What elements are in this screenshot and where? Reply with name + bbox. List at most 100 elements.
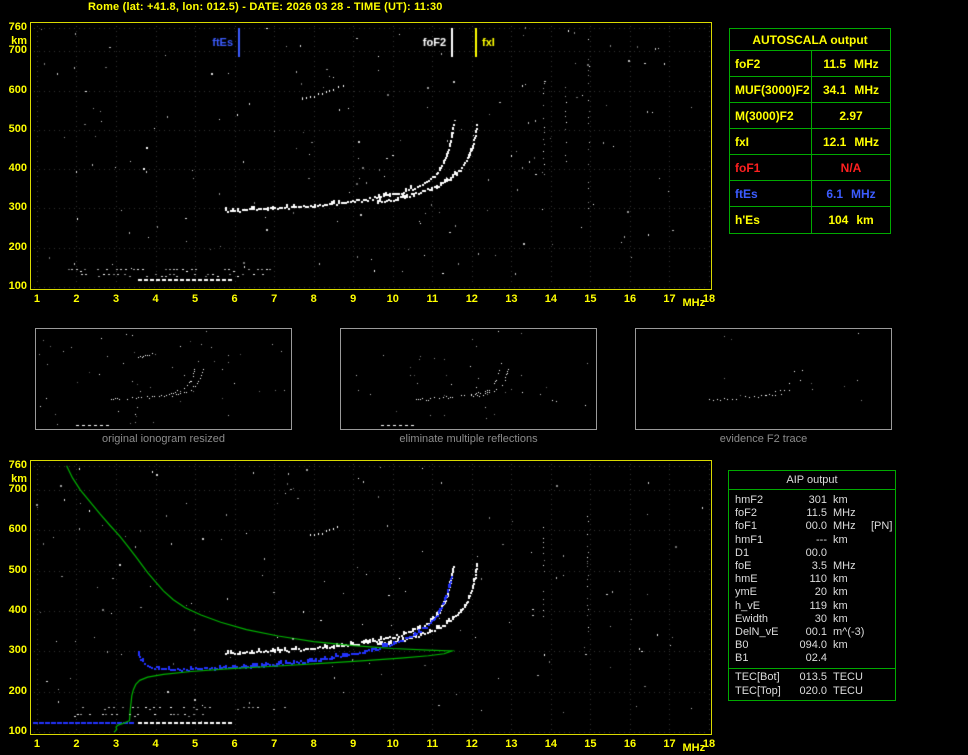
x-tick-label: 2 bbox=[73, 293, 80, 305]
x-tick-label: 15 bbox=[584, 738, 597, 750]
aip-row-value: 30 bbox=[814, 612, 827, 625]
aip-row-unit: km bbox=[833, 573, 848, 586]
y-tick-label: 500 bbox=[8, 563, 27, 576]
x-tick-label: 16 bbox=[623, 738, 637, 750]
aip-row-value: 020.0 bbox=[799, 684, 827, 697]
aip-row-unit: m^(-3) bbox=[833, 625, 865, 638]
x-tick-label: 12 bbox=[465, 293, 478, 305]
aip-row-unit: km bbox=[833, 586, 848, 599]
x-tick-label: 17 bbox=[663, 738, 676, 750]
y-tick-label: 100 bbox=[8, 280, 27, 293]
autoscala-value-number: 11.5 bbox=[823, 56, 847, 71]
autoscala-row-label: h'Es bbox=[730, 207, 812, 233]
x-tick-label: 6 bbox=[231, 293, 238, 305]
aip-row-extra bbox=[871, 534, 895, 547]
x-tick-label: 13 bbox=[505, 293, 518, 305]
x-tick-label: 14 bbox=[544, 293, 557, 305]
x-tick-label: 1 bbox=[33, 738, 40, 750]
y-tick-label: 300 bbox=[8, 201, 27, 214]
aip-row-foF2: foF2 11.5 MHz bbox=[729, 507, 895, 520]
x-tick-label: 13 bbox=[505, 738, 518, 750]
autoscala-value-unit: MHz bbox=[854, 134, 880, 149]
x-tick-label: 5 bbox=[192, 293, 199, 305]
x-tick-label: 15 bbox=[584, 293, 597, 305]
y-tick-label: 400 bbox=[8, 604, 27, 616]
aip-row-value: 013.5 bbox=[799, 671, 827, 684]
aip-row-value: 00.1 bbox=[805, 625, 827, 638]
thumbnail-original-canvas bbox=[36, 329, 291, 429]
x-tick-label: 10 bbox=[386, 293, 399, 305]
aip-row-unit bbox=[827, 547, 871, 560]
autoscala-value-unit: MHz bbox=[851, 186, 876, 201]
ionogram-plot-bottom bbox=[30, 460, 712, 735]
x-tick-label: 10 bbox=[386, 738, 399, 750]
aip-row-value: 11.5 bbox=[806, 507, 827, 520]
aip-row-label: B1 bbox=[735, 652, 749, 665]
aip-row-unit: km bbox=[833, 533, 848, 546]
thumbnail-no-multiples bbox=[340, 328, 597, 430]
thumbnail-original-ionogram bbox=[35, 328, 292, 430]
thumbnail-caption-no-multiples: eliminate multiple reflections bbox=[399, 433, 538, 445]
aip-row-label: foF1 bbox=[735, 520, 758, 533]
autoscala-row-value: 11.5 MHz bbox=[812, 51, 890, 76]
thumbnail-f2-evidence bbox=[635, 328, 892, 430]
autoscala-row-value: 104 km bbox=[812, 207, 890, 233]
autoscala-row-ftEs: ftEs 6.1 MHz bbox=[730, 181, 890, 207]
aip-row-value: 00.0 bbox=[805, 546, 827, 559]
aip-row-B1: B1 02.4 bbox=[729, 652, 895, 665]
aip-row-value: 110 bbox=[809, 573, 827, 586]
autoscala-value-number: 6.1 bbox=[826, 186, 843, 201]
aip-row-foE: foE 3.5 MHz bbox=[729, 560, 895, 573]
ionogram-bottom-canvas bbox=[31, 461, 711, 734]
aip-row-h_vE: h_vE 119 km bbox=[729, 600, 895, 613]
y-axis-unit-label: km bbox=[11, 34, 27, 47]
x-tick-label: 8 bbox=[310, 738, 317, 750]
aip-row-hmF2: hmF2 301 km bbox=[729, 494, 895, 507]
aip-row-extra bbox=[871, 652, 895, 665]
y-tick-label: 600 bbox=[8, 523, 27, 536]
thumbnail-caption-f2-evidence: evidence F2 trace bbox=[719, 433, 808, 445]
aip-row-label: B0 bbox=[735, 639, 749, 652]
aip-row-hmF1: hmF1 --- km bbox=[729, 534, 895, 547]
autoscala-row-label: fxI bbox=[730, 129, 812, 154]
aip-table-rows: hmF2 301 km foF2 11.5 MHz foF1 00.0 MHz [PN] hmF1 -… bbox=[729, 490, 895, 665]
x-tick-label: 14 bbox=[544, 738, 557, 750]
aip-row-extra bbox=[871, 671, 895, 684]
x-tick-label: 5 bbox=[192, 738, 199, 750]
autoscala-row-label: MUF(3000)F2 bbox=[730, 77, 812, 102]
autoscala-table-title: AUTOSCALA output bbox=[730, 29, 890, 51]
autoscala-row-fxI: fxI 12.1 MHz bbox=[730, 129, 890, 155]
autoscala-row-value: 2.97 bbox=[812, 103, 890, 128]
aip-row-label: hmE bbox=[735, 573, 758, 586]
autoscala-row-foF2: foF2 11.5 MHz bbox=[730, 51, 890, 77]
aip-row-extra bbox=[871, 600, 895, 613]
aip-separator bbox=[729, 668, 895, 670]
aip-row-label: foE bbox=[735, 559, 752, 572]
autoscala-row-value: 6.1 MHz bbox=[812, 181, 890, 206]
x-tick-label: 17 bbox=[663, 293, 676, 305]
aip-row-label: Ewidth bbox=[735, 612, 769, 625]
aip-row-extra bbox=[871, 613, 895, 626]
autoscala-row-foF1: foF1 N/A bbox=[730, 155, 890, 181]
aip-output-table: AIP output hmF2 301 km foF2 11.5 MHz foF1 00.0 M… bbox=[728, 470, 896, 701]
autoscala-row-value: 12.1 MHz bbox=[812, 129, 890, 154]
aip-row-unit: TECU bbox=[833, 684, 863, 697]
autoscala-table-rows: foF2 11.5 MHz MUF(3000)F2 34.1 MHz M(3000)F2 2.… bbox=[730, 51, 890, 233]
y-tick-label: 200 bbox=[8, 240, 27, 253]
autoscala-value-number: 104 bbox=[828, 213, 849, 227]
aip-row-foF1: foF1 00.0 MHz [PN] bbox=[729, 520, 895, 533]
autoscala-value-number: 2.97 bbox=[839, 108, 863, 123]
aip-row-extra: [PN] bbox=[871, 520, 893, 533]
autoscala-output-table: AUTOSCALA output foF2 11.5 MHz MUF(3000)F2 3… bbox=[729, 28, 891, 234]
aip-row-extra bbox=[871, 626, 895, 639]
aip-row-hmE: hmE 110 km bbox=[729, 573, 895, 586]
y-tick-label: 760 bbox=[8, 458, 27, 471]
aip-row-TEC[Top]: TEC[Top] 020.0 TECU bbox=[729, 685, 895, 698]
thumbnail-caption-original: original ionogram resized bbox=[102, 433, 225, 445]
x-tick-label: 11 bbox=[426, 738, 439, 750]
aip-row-unit: km bbox=[833, 612, 848, 625]
y-tick-label: 100 bbox=[8, 724, 27, 737]
aip-row-unit bbox=[827, 652, 871, 665]
autoscala-row-label: foF1 bbox=[730, 155, 812, 180]
y-tick-label: 760 bbox=[8, 20, 27, 33]
